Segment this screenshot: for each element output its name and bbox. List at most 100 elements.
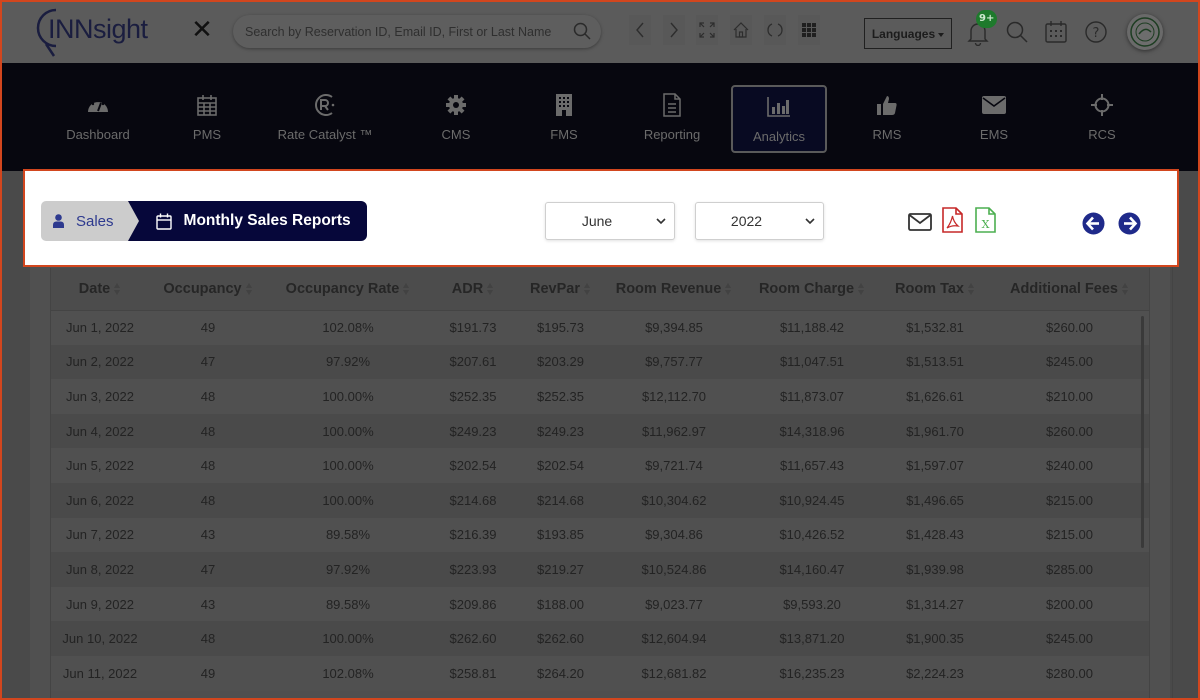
sort-icon[interactable] xyxy=(858,282,865,296)
table-cell: $245.00 xyxy=(990,621,1149,656)
table-cell: 102.08% xyxy=(267,310,429,345)
column-header[interactable]: Room Tax xyxy=(880,268,990,311)
calendar-button[interactable] xyxy=(1044,20,1068,44)
table-cell: 100.00% xyxy=(267,482,429,518)
grid-icon xyxy=(802,23,816,37)
export-pdf-button[interactable] xyxy=(942,207,963,237)
sort-icon[interactable] xyxy=(114,282,121,296)
sort-icon[interactable] xyxy=(245,282,253,296)
table-row[interactable]: Jun 5, 2022 48 100.00% $202.54 $202.54 $9,721… xyxy=(51,448,1149,483)
logo-text: INNsight xyxy=(48,14,148,44)
global-search-button[interactable] xyxy=(1005,20,1029,44)
table-cell: $215.00 xyxy=(990,517,1149,553)
year-select[interactable]: 2022 xyxy=(695,202,824,240)
module-rcs[interactable]: RCS xyxy=(1054,85,1150,153)
module-rms[interactable]: RMS xyxy=(839,85,935,153)
search-input[interactable] xyxy=(245,22,565,42)
gauge-icon xyxy=(88,99,108,112)
table-cell: Jun 11, 2022 xyxy=(51,655,149,691)
sort-icon[interactable] xyxy=(968,282,975,296)
sort-icon[interactable] xyxy=(487,282,494,296)
table-row[interactable]: Jun 7, 2022 43 89.58% $216.39 $193.85 $9,304.… xyxy=(51,517,1149,553)
previous-month-button[interactable] xyxy=(1082,212,1105,239)
breadcrumb: Sales Monthly Sales Reports xyxy=(41,201,367,243)
column-header[interactable]: Date xyxy=(51,268,149,311)
module-label: Reporting xyxy=(643,127,701,142)
forward-button[interactable] xyxy=(663,15,685,45)
table-cell: 89.58% xyxy=(267,586,429,622)
apps-button[interactable] xyxy=(798,15,820,45)
calendar-icon xyxy=(155,213,172,230)
column-header[interactable]: Occupancy xyxy=(149,268,267,311)
column-header[interactable]: Room Revenue xyxy=(604,268,744,311)
module-label: RCS xyxy=(1088,127,1116,142)
table-row[interactable]: Jun 2, 2022 47 97.92% $207.61 $203.29 $9,757.… xyxy=(51,344,1149,380)
module-dashboard[interactable]: Dashboard xyxy=(50,85,146,153)
innsight-logo[interactable]: INNsight xyxy=(34,4,164,58)
module-fms[interactable]: FMS xyxy=(516,85,612,153)
home-button[interactable] xyxy=(730,15,752,45)
table-row[interactable]: Jun 4, 2022 48 100.00% $249.23 $249.23 $11,96… xyxy=(51,413,1149,449)
close-icon[interactable]: ✕ xyxy=(190,17,214,43)
table-cell: $223.93 xyxy=(429,552,517,587)
sort-icon[interactable] xyxy=(583,282,591,296)
month-select[interactable]: June xyxy=(545,202,675,240)
table-cell: $10,924.45 xyxy=(744,482,880,518)
table-row[interactable]: Jun 8, 2022 47 97.92% $223.93 $219.27 $10,524… xyxy=(51,552,1149,587)
refresh-button[interactable] xyxy=(764,15,786,45)
breadcrumb-sales[interactable]: Sales xyxy=(41,201,139,241)
column-header[interactable]: Additional Fees xyxy=(990,268,1149,311)
column-header[interactable]: Room Charge xyxy=(744,268,880,311)
document-icon xyxy=(663,93,681,117)
module-rate-catalyst[interactable]: Rate Catalyst ™ xyxy=(270,85,380,153)
sort-icon[interactable] xyxy=(403,282,410,296)
table-row[interactable]: Jun 3, 2022 48 100.00% $252.35 $252.35 $12,11… xyxy=(51,379,1149,414)
module-label: EMS xyxy=(979,127,1009,142)
caret-down-icon xyxy=(938,32,945,37)
module-analytics[interactable]: Analytics xyxy=(731,85,827,153)
table-cell: 100.00% xyxy=(267,621,429,656)
table-cell: $1,428.43 xyxy=(880,517,990,553)
column-header-label: Room Revenue xyxy=(615,280,722,297)
table-cell: Jun 8, 2022 xyxy=(51,552,149,587)
module-label: CMS xyxy=(441,127,471,142)
sales-report-table: Date Occupancy Occupancy Rate ADR RevPar Room… xyxy=(50,268,1150,700)
rate-catalyst-icon xyxy=(315,94,335,116)
fullscreen-button[interactable] xyxy=(696,15,718,45)
table-row[interactable]: Jun 10, 2022 48 100.00% $262.60 $262.60 $12,6… xyxy=(51,621,1149,656)
next-month-button[interactable] xyxy=(1118,212,1141,239)
table-cell: 47 xyxy=(149,552,267,587)
module-reporting[interactable]: Reporting xyxy=(624,85,720,153)
table-row[interactable]: Jun 11, 2022 49 102.08% $258.81 $264.20 $12,6… xyxy=(51,655,1149,691)
table-cell: $195.73 xyxy=(517,310,604,345)
column-header[interactable]: Occupancy Rate xyxy=(267,268,429,311)
export-excel-button[interactable]: X xyxy=(975,207,996,237)
module-ems[interactable]: EMS xyxy=(946,85,1042,153)
email-report-button[interactable] xyxy=(908,213,932,235)
table-cell: $214.68 xyxy=(429,482,517,518)
avatar[interactable] xyxy=(1127,14,1163,50)
search-icon[interactable] xyxy=(573,22,591,44)
sort-icon[interactable] xyxy=(725,282,732,296)
column-header[interactable]: RevPar xyxy=(517,268,604,311)
table-cell: 100.00% xyxy=(267,379,429,414)
table-cell: $10,426.52 xyxy=(744,517,880,553)
table-row[interactable]: Jun 1, 2022 49 102.08% $191.73 $195.73 $9,394… xyxy=(51,310,1149,345)
help-button[interactable]: ? xyxy=(1084,20,1108,44)
page-scroll-track[interactable] xyxy=(1172,258,1200,700)
table-scrollbar[interactable] xyxy=(1141,316,1144,548)
column-header-label: Room Charge xyxy=(758,280,855,297)
table-cell: Jun 2, 2022 xyxy=(51,344,149,380)
column-header-label: Occupancy xyxy=(163,280,242,297)
sort-icon[interactable] xyxy=(1121,282,1129,296)
table-row[interactable]: Jun 6, 2022 48 100.00% $214.68 $214.68 $10,30… xyxy=(51,482,1149,518)
module-pms[interactable]: PMS xyxy=(159,85,255,153)
table-cell: $1,532.81 xyxy=(880,310,990,345)
table-cell: $240.00 xyxy=(990,448,1149,483)
table-row[interactable]: Jun 9, 2022 43 89.58% $209.86 $188.00 $9,023.… xyxy=(51,586,1149,622)
module-cms[interactable]: CMS xyxy=(408,85,504,153)
column-header[interactable]: ADR xyxy=(429,268,517,311)
table-cell: $9,394.85 xyxy=(604,310,744,345)
languages-dropdown[interactable]: Languages xyxy=(864,18,952,49)
back-button[interactable] xyxy=(629,15,651,45)
